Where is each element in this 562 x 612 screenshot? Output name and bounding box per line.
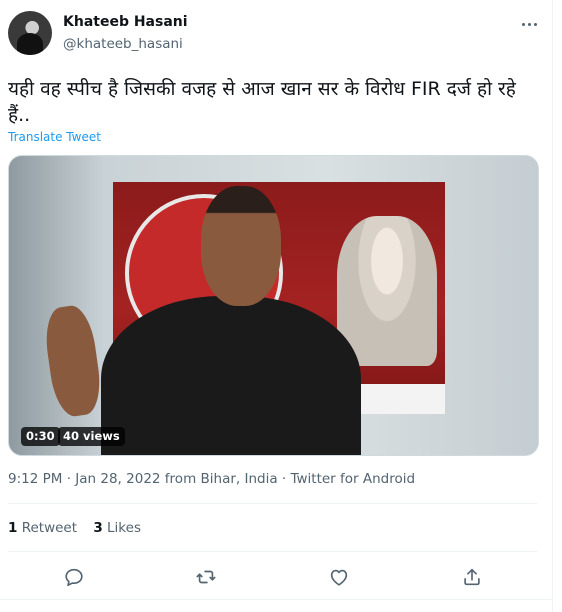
retweet-icon	[196, 570, 216, 584]
tweet-source[interactable]: Twitter for Android	[290, 471, 415, 487]
video-player[interactable]: 0:30 40 views	[8, 155, 539, 456]
author-handle[interactable]: @khateeb_hasani	[63, 36, 183, 52]
tweet-time[interactable]: 9:12 PM	[8, 471, 62, 487]
divider	[8, 551, 537, 552]
panel-right-border	[552, 0, 553, 612]
reply-icon	[65, 568, 83, 587]
retweet-count-link[interactable]: 1 Retweet	[8, 520, 77, 536]
share-icon	[464, 568, 480, 586]
author-name[interactable]: Khateeb Hasani	[63, 14, 188, 30]
more-icon[interactable]	[518, 14, 540, 34]
video-duration-badge: 0:30	[21, 427, 60, 446]
retweet-count: 1	[8, 520, 18, 536]
like-button[interactable]	[326, 564, 352, 590]
like-icon	[330, 569, 348, 586]
like-count-link[interactable]: 3 Likes	[93, 520, 141, 536]
tweet-stats: 1 Retweet 3 Likes	[8, 520, 153, 536]
retweet-label: Retweet	[21, 520, 78, 536]
reply-button[interactable]	[61, 564, 87, 590]
divider	[8, 503, 537, 504]
tweet-text: यही वह स्पीच है जिसकी वजह से आज खान सर क…	[8, 78, 516, 126]
meta-separator: ·	[277, 471, 291, 487]
like-count: 3	[93, 520, 103, 536]
meta-separator: ·	[62, 471, 76, 487]
video-frame-poster-figure	[337, 216, 437, 366]
avatar[interactable]	[8, 11, 52, 55]
video-frame-speaker-head	[201, 186, 281, 306]
video-views-badge: 40 views	[58, 427, 125, 446]
like-label: Likes	[107, 520, 141, 536]
tweet-meta: 9:12 PM · Jan 28, 2022 from Bihar, India…	[8, 471, 415, 487]
share-button[interactable]	[459, 564, 485, 590]
panel-bottom-border	[0, 599, 553, 600]
tweet-location: from Bihar, India	[164, 471, 278, 487]
tweet-date[interactable]: Jan 28, 2022	[75, 471, 160, 487]
video-frame-speaker	[101, 296, 361, 455]
retweet-button[interactable]	[193, 564, 219, 590]
translate-tweet-link[interactable]: Translate Tweet	[8, 130, 101, 144]
